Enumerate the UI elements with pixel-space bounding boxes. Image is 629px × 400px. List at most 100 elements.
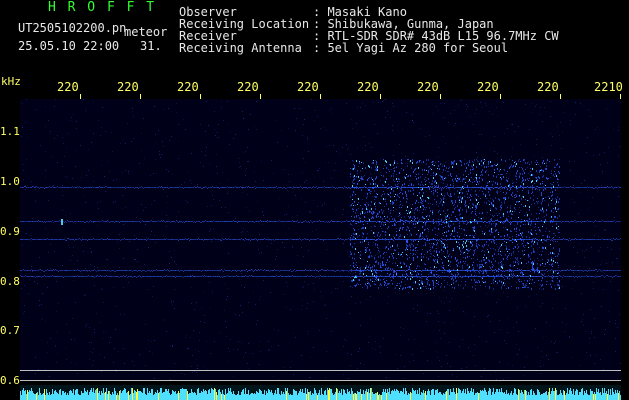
spectrogram-pixel	[373, 102, 374, 103]
spectrogram-pixel	[616, 187, 617, 188]
spectrogram-pixel	[303, 221, 304, 222]
spectrogram-pixel	[222, 221, 223, 222]
spectrogram-pixel	[292, 220, 293, 221]
spectrogram-pixel	[45, 219, 46, 220]
spectrogram-pixel	[168, 239, 169, 240]
spectrogram-pixel	[457, 235, 458, 237]
spectrogram-pixel	[179, 276, 180, 277]
spectrogram-pixel	[406, 239, 407, 240]
spectrogram-pixel	[233, 376, 234, 377]
spectrogram-pixel	[580, 187, 581, 188]
spectrogram-pixel	[225, 221, 226, 222]
spectrogram-pixel	[58, 276, 59, 277]
spectrogram-pixel	[243, 228, 244, 229]
spectrogram-pixel	[539, 114, 540, 115]
spectrogram-pixel	[563, 275, 564, 276]
spectrogram-pixel	[80, 145, 81, 146]
spectrogram-pixel	[110, 271, 111, 272]
spectrogram-pixel	[557, 188, 558, 189]
spectrogram-pixel	[108, 221, 109, 222]
spectrogram-pixel	[418, 230, 419, 231]
spectrogram-pixel	[137, 271, 138, 272]
spectrogram-pixel	[220, 332, 221, 333]
spectrogram-pixel	[519, 187, 520, 188]
spectrogram-pixel	[241, 276, 242, 277]
spectrogram-pixel	[24, 239, 25, 240]
spectrogram-pixel	[79, 276, 80, 277]
spectrogram-pixel	[225, 276, 226, 277]
spectrogram-pixel	[398, 267, 399, 268]
spectrogram-pixel	[573, 221, 574, 222]
spectrogram-pixel	[269, 239, 270, 240]
spectrogram-pixel	[63, 143, 64, 144]
spectrogram-pixel	[272, 276, 273, 277]
spectrogram-pixel	[470, 187, 471, 188]
spectrogram-pixel	[306, 180, 307, 181]
spectrogram-pixel	[613, 221, 614, 222]
spectrogram-pixel	[450, 276, 451, 277]
spectrogram-pixel	[449, 271, 450, 273]
spectrogram-pixel	[199, 187, 200, 188]
spectrogram-pixel	[322, 205, 323, 206]
spectrogram-pixel	[460, 99, 461, 100]
spectrogram-pixel	[95, 239, 96, 240]
spectrogram-pixel	[406, 265, 407, 267]
spectrogram-pixel	[614, 187, 615, 188]
spectrogram-pixel	[134, 235, 135, 236]
spectrogram-pixel	[234, 270, 235, 271]
spectrogram-pixel	[598, 250, 599, 251]
spectrogram-pixel	[449, 301, 450, 302]
spectrogram-pixel	[458, 220, 459, 221]
spectrogram-pixel	[372, 221, 373, 222]
spectrogram-pixel	[165, 187, 166, 188]
spectrogram-pixel	[551, 276, 552, 277]
spectrogram-pixel	[53, 276, 54, 277]
spectrogram-pixel	[33, 221, 34, 222]
spectrogram-pixel	[106, 275, 107, 276]
spectrogram-pixel	[256, 276, 257, 277]
spectrogram-pixel	[539, 239, 540, 240]
spectrogram-pixel	[335, 239, 336, 240]
spectrogram-pixel	[47, 276, 48, 277]
spectrogram-pixel	[220, 183, 221, 184]
spectrogram-pixel	[58, 271, 59, 272]
spectrogram-pixel	[29, 270, 30, 271]
spectrogram-pixel	[545, 270, 546, 271]
spectrogram-pixel	[410, 187, 411, 188]
spectrogram-pixel	[409, 180, 410, 181]
spectrogram-pixel	[211, 241, 212, 242]
spectrogram-pixel	[80, 239, 81, 240]
spectrogram-pixel	[320, 128, 321, 129]
spectrogram-pixel	[39, 305, 40, 306]
spectrogram-pixel	[444, 276, 445, 277]
spectrogram-pixel	[106, 221, 107, 222]
spectrogram-pixel	[426, 191, 427, 192]
spectrogram-pixel	[255, 221, 256, 222]
spectrogram-pixel	[195, 187, 196, 188]
spectrogram-pixel	[108, 187, 109, 188]
spectrogram-pixel	[304, 182, 305, 183]
spectrogram-pixel	[211, 276, 212, 277]
spectrogram-pixel	[414, 187, 415, 188]
spectrogram-pixel	[350, 176, 351, 177]
spectrogram-pixel	[117, 270, 118, 271]
spectrogram-pixel	[558, 229, 559, 230]
spectrogram-pixel	[314, 187, 315, 188]
spectrogram-pixel	[241, 238, 242, 239]
spectrogram-pixel	[125, 223, 126, 224]
spectrogram-pixel	[374, 221, 375, 222]
spectrogram-pixel	[227, 193, 228, 194]
spectrogram-pixel	[108, 270, 109, 271]
spectrogram-pixel	[413, 221, 414, 222]
spectrogram-pixel	[518, 270, 519, 271]
spectrogram-pixel	[477, 200, 478, 201]
spectrogram-pixel	[323, 239, 324, 240]
spectrogram-pixel	[525, 245, 526, 246]
spectrogram-pixel	[214, 187, 215, 188]
spectrogram-pixel	[220, 239, 221, 240]
spectrogram-pixel	[156, 239, 157, 240]
spectrogram-pixel	[433, 188, 434, 189]
spectrogram-pixel	[227, 288, 228, 289]
spectrogram-pixel	[172, 221, 173, 222]
spectrogram-pixel	[292, 361, 293, 362]
